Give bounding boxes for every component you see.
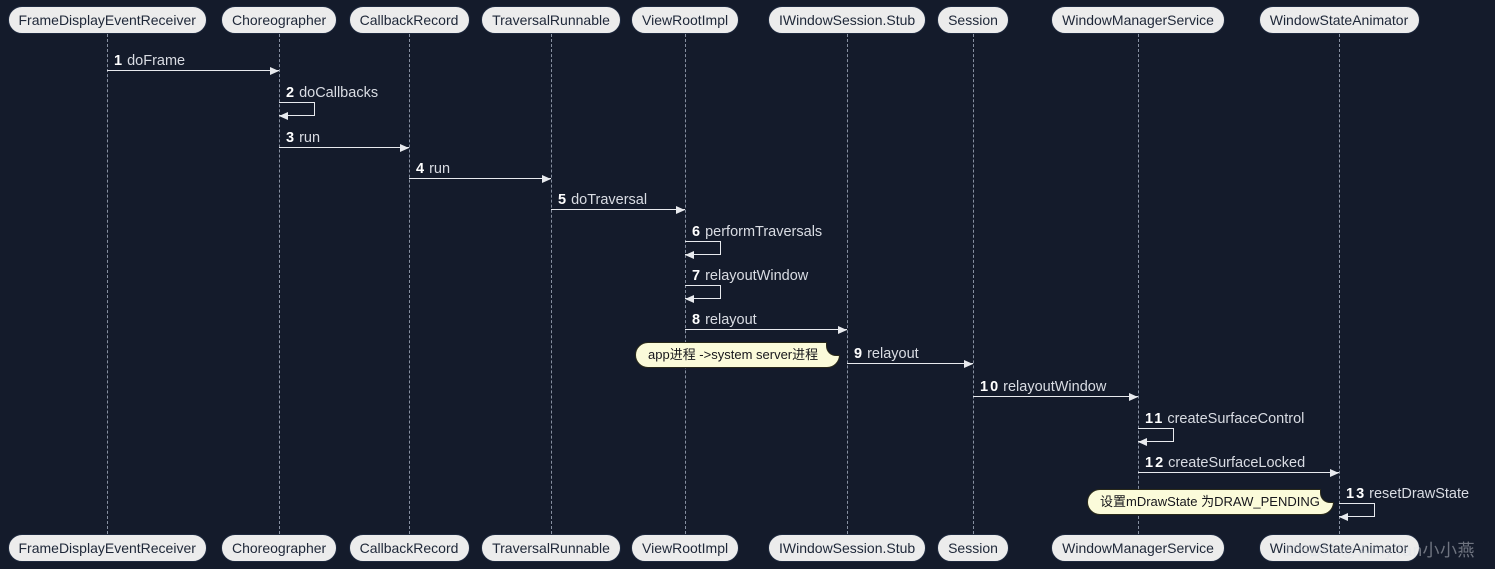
note-draw-state-pending-text: 设置mDrawState 为DRAW_PENDING	[1100, 494, 1320, 509]
participant-window-state-animator-header[interactable]: WindowStateAnimator	[1258, 6, 1420, 34]
message-13-label: 13 resetDrawState	[1346, 486, 1469, 502]
message-8-arrowhead	[838, 326, 847, 334]
message-13-number: 13	[1346, 486, 1367, 502]
message-10-arrowhead	[1129, 393, 1138, 401]
message-12-number: 12	[1145, 455, 1166, 471]
participant-traversal-runnable-footer[interactable]: TraversalRunnable	[481, 534, 621, 562]
message-8-number: 8	[692, 312, 703, 328]
message-10-number: 10	[980, 379, 1001, 395]
message-12-arrowhead	[1330, 469, 1339, 477]
lifeline-callback-record	[409, 34, 410, 534]
message-10-label: 10 relayoutWindow	[980, 379, 1106, 395]
message-1-label: 1 doFrame	[114, 53, 185, 69]
participant-callback-record-footer[interactable]: CallbackRecord	[348, 534, 470, 562]
note-draw-state-pending: 设置mDrawState 为DRAW_PENDING	[1087, 489, 1334, 515]
lifeline-window-state-animator	[1339, 34, 1340, 534]
message-7-number: 7	[692, 268, 703, 284]
participant-window-state-animator-footer[interactable]: WindowStateAnimator	[1258, 534, 1420, 562]
message-13-text: resetDrawState	[1369, 486, 1470, 502]
message-9-label: 9 relayout	[854, 346, 919, 362]
message-7-label: 7 relayoutWindow	[692, 268, 808, 284]
participant-iwindow-session-stub-footer[interactable]: IWindowSession.Stub	[768, 534, 926, 562]
message-8-line	[685, 329, 847, 330]
note-fold-corner-icon	[1320, 489, 1334, 503]
message-13-arrowhead	[1339, 513, 1348, 521]
message-4-number: 4	[416, 161, 427, 177]
message-7-text: relayoutWindow	[705, 268, 809, 284]
participant-view-root-impl-header[interactable]: ViewRootImpl	[631, 6, 739, 34]
message-2-text: doCallbacks	[299, 85, 379, 101]
message-1-number: 1	[114, 53, 125, 69]
lifeline-view-root-impl	[685, 34, 686, 534]
message-4-line	[409, 178, 551, 179]
lifeline-traversal-runnable	[551, 34, 552, 534]
message-6-number: 6	[692, 224, 703, 240]
sequence-diagram: 1 doFrame 2 doCallbacks 3 run 4 run 5 doTraversal…	[0, 0, 1495, 569]
message-8-text: relayout	[705, 312, 757, 328]
message-5-number: 5	[558, 192, 569, 208]
message-3-line	[279, 147, 409, 148]
message-10-text: relayoutWindow	[1003, 379, 1107, 395]
lifeline-session	[973, 34, 974, 534]
message-4-arrowhead	[542, 175, 551, 183]
message-5-arrowhead	[676, 206, 685, 214]
participant-callback-record-header[interactable]: CallbackRecord	[348, 6, 470, 34]
participant-choreographer-footer[interactable]: Choreographer	[221, 534, 337, 562]
message-4-text: run	[429, 161, 451, 177]
message-12-text: createSurfaceLocked	[1168, 455, 1306, 471]
message-6-label: 6 performTraversals	[692, 224, 822, 240]
participant-choreographer-header[interactable]: Choreographer	[221, 6, 337, 34]
message-12-line	[1138, 472, 1339, 473]
message-1-text: doFrame	[127, 53, 186, 69]
lifeline-frame-display-event-receiver	[107, 34, 108, 534]
message-6-text: performTraversals	[705, 224, 823, 240]
message-2-label: 2 doCallbacks	[286, 85, 378, 101]
message-7-arrowhead	[685, 295, 694, 303]
message-11-arrowhead	[1138, 438, 1147, 446]
message-3-number: 3	[286, 130, 297, 146]
message-9-number: 9	[854, 346, 865, 362]
message-9-line	[847, 363, 973, 364]
participant-traversal-runnable-header[interactable]: TraversalRunnable	[481, 6, 621, 34]
participant-window-manager-service-header[interactable]: WindowManagerService	[1051, 6, 1225, 34]
message-3-arrowhead	[400, 144, 409, 152]
message-2-number: 2	[286, 85, 297, 101]
message-8-label: 8 relayout	[692, 312, 757, 328]
message-9-arrowhead	[964, 360, 973, 368]
note-app-to-system-server: app进程 ->system server进程	[635, 342, 840, 368]
message-5-label: 5 doTraversal	[558, 192, 647, 208]
message-1-line	[107, 70, 279, 71]
lifeline-iwindow-session-stub	[847, 34, 848, 534]
participant-window-manager-service-footer[interactable]: WindowManagerService	[1051, 534, 1225, 562]
message-5-line	[551, 209, 685, 210]
note-fold-corner-icon	[826, 342, 840, 356]
message-2-arrowhead	[279, 112, 288, 120]
message-4-label: 4 run	[416, 161, 450, 177]
message-1-arrowhead	[270, 67, 279, 75]
note-app-to-system-server-text: app进程 ->system server进程	[648, 347, 819, 362]
message-3-text: run	[299, 130, 321, 146]
participant-frame-display-event-receiver-footer[interactable]: FrameDisplayEventReceiver	[7, 534, 207, 562]
participant-session-footer[interactable]: Session	[937, 534, 1009, 562]
message-12-label: 12 createSurfaceLocked	[1145, 455, 1305, 471]
lifeline-window-manager-service	[1138, 34, 1139, 534]
participant-frame-display-event-receiver-header[interactable]: FrameDisplayEventReceiver	[7, 6, 207, 34]
participant-iwindow-session-stub-header[interactable]: IWindowSession.Stub	[768, 6, 926, 34]
message-6-arrowhead	[685, 251, 694, 259]
message-5-text: doTraversal	[571, 192, 648, 208]
participant-session-header[interactable]: Session	[937, 6, 1009, 34]
message-11-number: 11	[1145, 411, 1165, 427]
message-9-text: relayout	[867, 346, 919, 362]
message-3-label: 3 run	[286, 130, 320, 146]
message-11-text: createSurfaceControl	[1167, 411, 1305, 427]
message-11-label: 11 createSurfaceControl	[1145, 411, 1304, 427]
message-10-line	[973, 396, 1138, 397]
participant-view-root-impl-footer[interactable]: ViewRootImpl	[631, 534, 739, 562]
